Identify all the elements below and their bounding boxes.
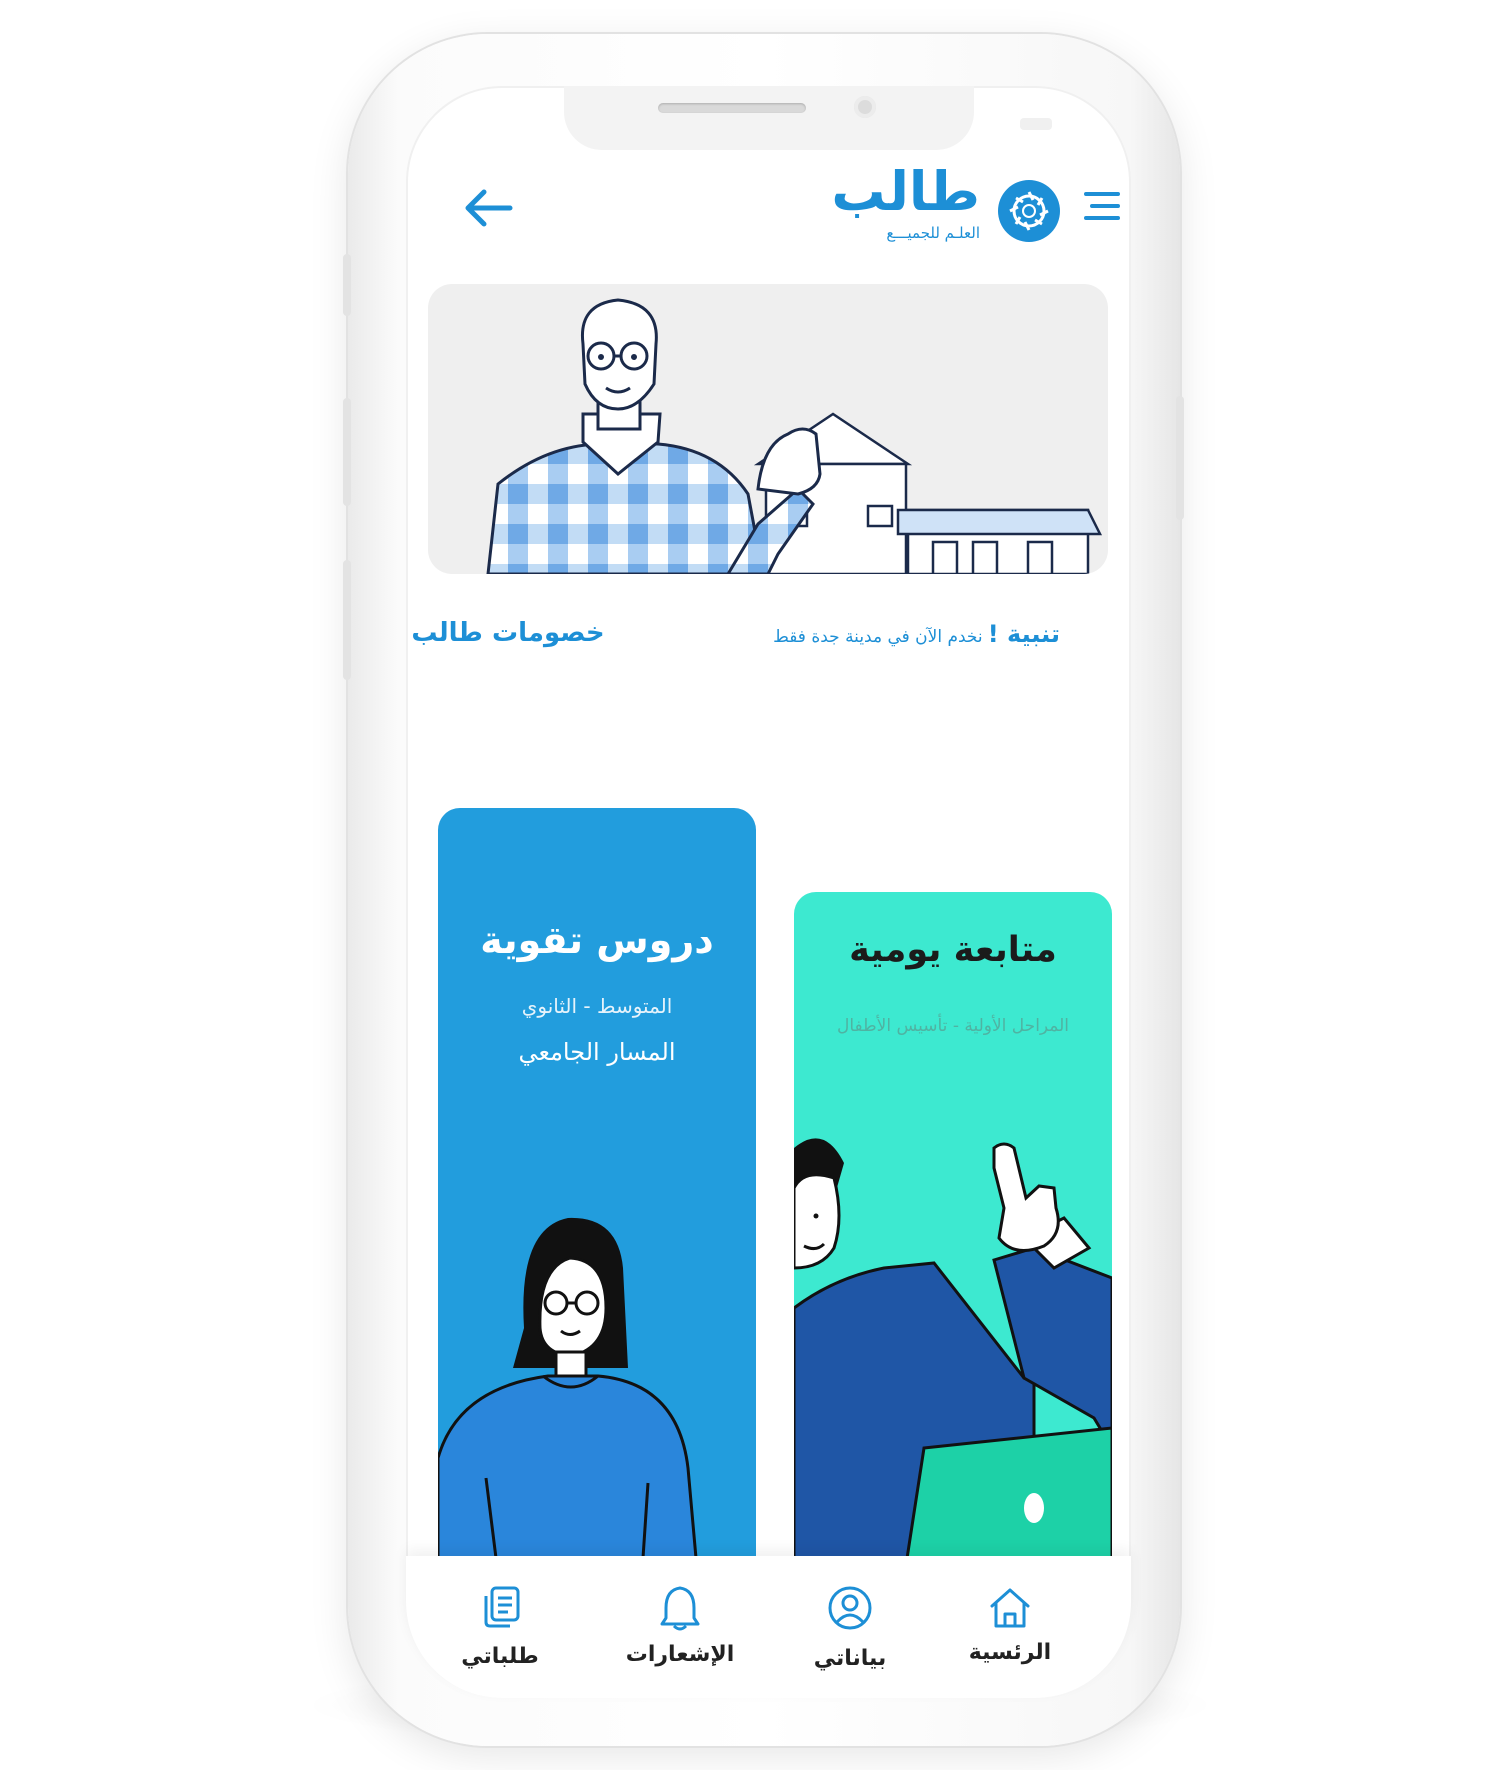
side-button-volume-up <box>343 398 351 506</box>
user-profile-icon <box>828 1586 872 1630</box>
discounts-link[interactable]: خصومات طالب <box>408 618 608 648</box>
daily-card-subtitle: المراحل الأولية - تأسيس الأطفال <box>836 1016 1070 1036</box>
side-button-power <box>1176 396 1184 520</box>
logo-badge <box>998 180 1060 242</box>
notice-text: نخدم الآن في مدينة جدة فقط <box>773 627 983 647</box>
notch <box>564 86 974 150</box>
front-camera <box>854 96 876 118</box>
daily-followup-card[interactable]: متابعة يومية المراحل الأولية - تأسيس الأ… <box>794 892 1112 1558</box>
nav-home-label: الرئسية <box>968 1640 1052 1665</box>
brand-title: طالب <box>831 160 980 223</box>
nav-requests-label: طلباتي <box>461 1644 539 1669</box>
tutoring-card-subtitle-2: المسار الجامعي <box>518 1038 676 1066</box>
nav-notifications[interactable]: الإشعارات <box>605 1584 755 1667</box>
status-indicator <box>1020 118 1052 130</box>
home-icon <box>990 1588 1030 1628</box>
nav-profile[interactable]: بياناتي <box>775 1584 925 1671</box>
arrow-left-icon <box>465 189 513 227</box>
nav-requests[interactable]: طلباتي <box>425 1584 575 1669</box>
nav-profile-label: بياناتي <box>813 1646 887 1671</box>
menu-button[interactable] <box>1082 190 1122 222</box>
side-button-volume-down <box>343 560 351 680</box>
tutoring-card-title: دروس تقوية <box>480 918 714 962</box>
side-button-mute <box>343 254 351 316</box>
speaker <box>658 103 806 113</box>
brand-subtitle: العلـم للجميـــع <box>886 224 980 242</box>
tutoring-card[interactable]: دروس تقوية المتوسط - الثانوي المسار الجا… <box>438 808 756 1558</box>
notice-label: تنبية ! <box>987 620 1060 648</box>
bell-icon <box>660 1586 700 1631</box>
notice-row: تنبية ! نخدم الآن في مدينة جدة فقط <box>740 620 1060 648</box>
hero-banner[interactable] <box>428 284 1108 574</box>
daily-card-title: متابعة يومية <box>849 930 1057 970</box>
nav-home[interactable]: الرئسية <box>935 1584 1085 1665</box>
daily-card-illustration <box>794 1138 1112 1558</box>
logo-icon <box>1009 191 1049 231</box>
nav-notifications-label: الإشعارات <box>625 1642 735 1667</box>
documents-icon <box>484 1586 520 1628</box>
tutoring-card-subtitle: المتوسط - الثانوي <box>521 994 673 1018</box>
banner-illustration <box>486 298 1103 574</box>
back-button[interactable] <box>460 186 516 230</box>
tutoring-card-illustration <box>438 1217 698 1558</box>
hamburger-menu-icon <box>1084 192 1120 220</box>
